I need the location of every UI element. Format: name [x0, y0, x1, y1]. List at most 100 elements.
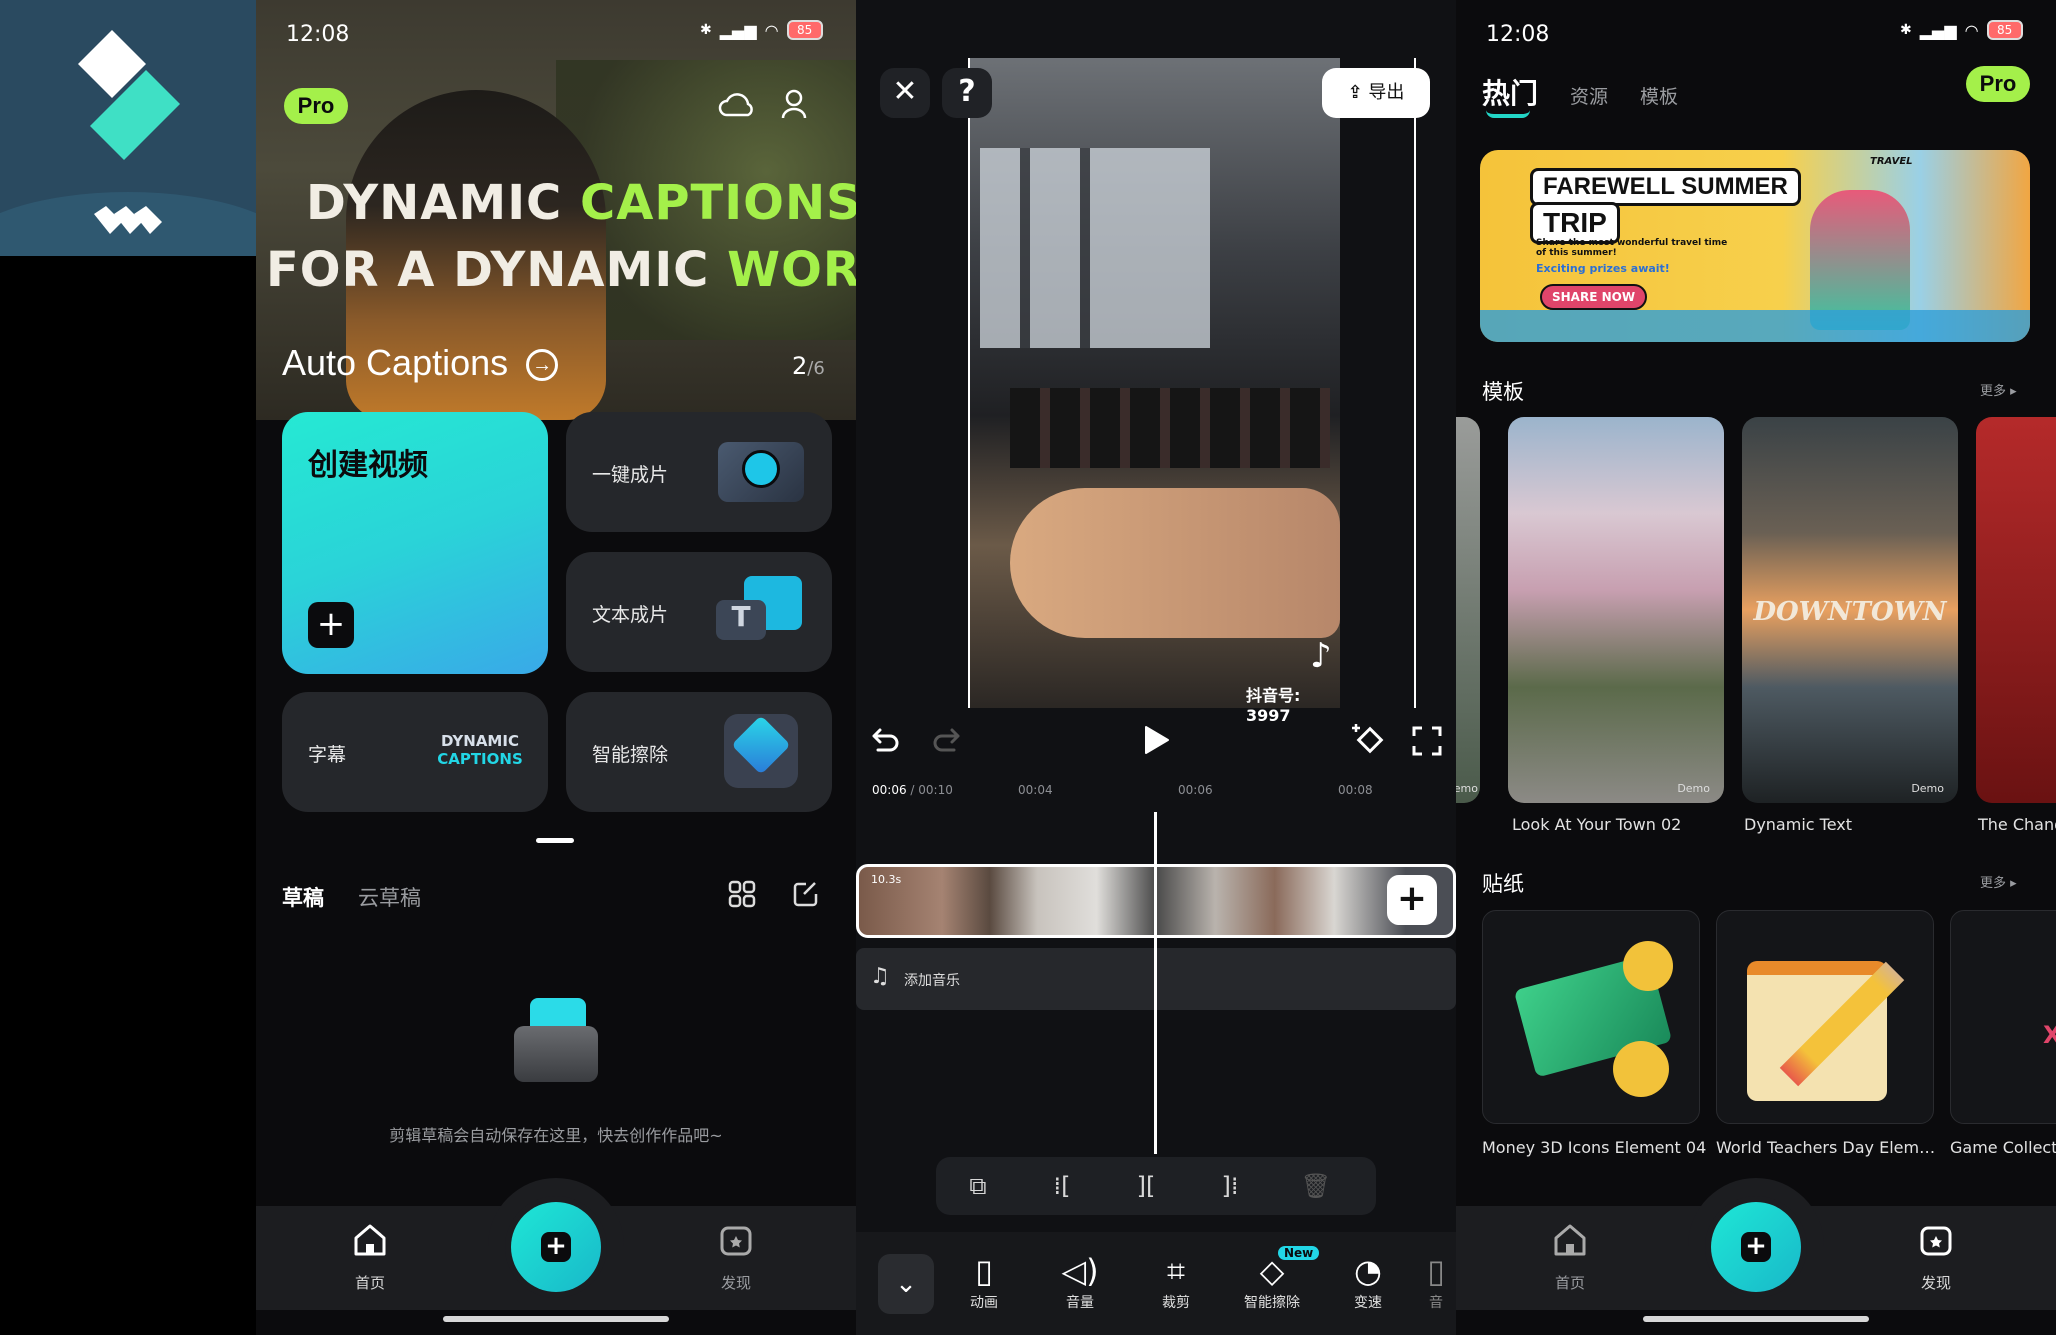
close-icon: ✕	[892, 74, 918, 109]
tab-hot[interactable]: 热门	[1482, 72, 1538, 112]
discover-icon[interactable]	[718, 1222, 754, 1258]
sticker-card[interactable]	[1716, 910, 1934, 1124]
crop-icon: ⌗	[1166, 1252, 1186, 1290]
keyframe-icon[interactable]	[1350, 722, 1384, 756]
add-clip-button[interactable]: +	[1387, 875, 1437, 925]
template-card-partial[interactable]: Demo	[1456, 417, 1480, 803]
editor-screen: ♪ 抖音号: 3997 ✕ ? ⇪ 导出 00:06 / 00:10 00:04…	[856, 0, 1456, 1335]
upload-icon: ⇪	[1347, 82, 1363, 103]
home-indicator	[1643, 1316, 1869, 1322]
delete-icon[interactable]: 🗑	[1296, 1172, 1336, 1200]
music-note-icon: ♫	[870, 964, 890, 989]
duplicate-icon[interactable]: ⧉	[958, 1172, 998, 1200]
nav-home-label[interactable]: 首页	[330, 1272, 410, 1293]
bluetooth-icon: ✱	[700, 22, 712, 38]
split-icon[interactable]: ][	[1126, 1172, 1166, 1200]
current-time: 00:06 / 00:10	[872, 783, 953, 797]
subtitles-card[interactable]: 字幕 DYNAMIC CAPTIONS	[282, 692, 548, 812]
video-preview[interactable]: ♪ 抖音号: 3997	[970, 58, 1340, 725]
nav-home-label[interactable]: 首页	[1530, 1272, 1610, 1293]
tool-animation[interactable]: ▯ 动画	[944, 1250, 1024, 1312]
grid-view-icon[interactable]	[728, 880, 756, 908]
new-badge: New	[1278, 1246, 1320, 1260]
banner-desc: Share the most wonderful travel time of …	[1536, 238, 1728, 258]
pro-badge[interactable]: Pro	[284, 88, 348, 124]
empty-drafts-text: 剪辑草稿会自动保存在这里，快去创作作品吧~	[389, 1126, 723, 1145]
tab-templates[interactable]: 模板	[1640, 82, 1678, 109]
template-title: Dynamic Text	[1744, 815, 1853, 834]
banner-title: FAREWELL SUMMER	[1530, 168, 1801, 206]
banner-travel-tag: TRAVEL	[1870, 156, 1913, 167]
clip-tool-row: ⧉ ⁞[ ][ ]⁞ 🗑	[936, 1157, 1376, 1215]
plus-icon: +	[1741, 1232, 1771, 1262]
undo-icon[interactable]	[870, 724, 902, 756]
smart-erase-card[interactable]: 智能擦除	[566, 692, 832, 812]
tool-crop[interactable]: ⌗ 裁剪	[1136, 1250, 1216, 1312]
nav-discover-label[interactable]: 发现	[1896, 1272, 1976, 1293]
help-button[interactable]: ?	[942, 68, 992, 118]
animation-icon: ▯	[975, 1252, 993, 1290]
nav-discover-label[interactable]: 发现	[696, 1272, 776, 1293]
tool-partial[interactable]: ▯ 音	[1416, 1250, 1456, 1312]
collapse-button[interactable]: ⌄	[878, 1254, 934, 1314]
hero-banner[interactable]: DYNAMIC CAPTIONS FOR A DYNAMIC WORLD Aut…	[256, 0, 856, 420]
trim-right-icon[interactable]: ]⁞	[1210, 1172, 1250, 1200]
one-click-card[interactable]: 一键成片	[566, 412, 832, 532]
templates-more-link[interactable]: 更多 ▸	[1980, 380, 2017, 399]
cloud-icon[interactable]	[718, 90, 756, 118]
pro-badge[interactable]: Pro	[1966, 66, 2030, 102]
home-icon[interactable]	[352, 1222, 388, 1258]
tab-cloud-drafts[interactable]: 云草稿	[358, 882, 421, 912]
sticker-card[interactable]	[1482, 910, 1700, 1124]
signal-icon: ▂▄▆	[719, 20, 757, 40]
trim-left-icon[interactable]: ⁞[	[1042, 1172, 1082, 1200]
clip-duration: 10.3s	[871, 873, 902, 886]
signal-icon: ▂▄▆	[1919, 20, 1957, 40]
close-button[interactable]: ✕	[880, 68, 930, 118]
wondershare-logo-icon	[94, 206, 162, 234]
eraser-icon	[724, 714, 798, 788]
discover-screen: 12:08 ✱ ▂▄▆ ◠ 85 热门 资源 模板 Pro FAREWELL S…	[1456, 0, 2056, 1335]
tool-speed[interactable]: ◔ 变速	[1328, 1250, 1408, 1312]
promo-banner[interactable]: FAREWELL SUMMER TRIP Share the most wond…	[1480, 150, 2030, 342]
template-card[interactable]	[1976, 417, 2056, 803]
share-now-button[interactable]: SHARE NOW	[1540, 284, 1648, 310]
create-fab-button[interactable]: +	[1711, 1202, 1801, 1292]
tool-smart-erase[interactable]: ◇ 智能擦除 New	[1232, 1246, 1320, 1312]
create-video-label: 创建视频	[308, 448, 428, 483]
profile-icon[interactable]	[780, 88, 808, 120]
help-icon: ?	[958, 74, 976, 109]
create-fab-button[interactable]: +	[511, 1202, 601, 1292]
tab-hot-indicator	[1486, 110, 1530, 118]
home-icon[interactable]	[1552, 1222, 1588, 1258]
banner-illustration	[1810, 190, 1910, 330]
status-time: 12:08	[1486, 22, 1550, 47]
stickers-more-link[interactable]: 更多 ▸	[1980, 872, 2017, 891]
tab-resources[interactable]: 资源	[1570, 82, 1608, 109]
stickers-section-title: 贴纸	[1482, 872, 1524, 896]
template-overlay-text: DOWNTOWN	[1753, 597, 1947, 627]
playhead[interactable]	[1154, 812, 1157, 1154]
template-card[interactable]: DOWNTOWN Demo	[1742, 417, 1958, 803]
sticker-title: Money 3D Icons Element 04	[1482, 1138, 1707, 1157]
export-button[interactable]: ⇪ 导出	[1322, 68, 1430, 118]
play-icon[interactable]	[1142, 724, 1170, 756]
edit-icon[interactable]	[792, 880, 820, 908]
tab-drafts[interactable]: 草稿	[282, 882, 324, 912]
templates-section-title: 模板	[1482, 380, 1524, 404]
discover-icon[interactable]	[1918, 1222, 1954, 1258]
bluetooth-icon: ✱	[1900, 22, 1912, 38]
hero-line-1: DYNAMIC CAPTIONS	[306, 175, 856, 231]
hero-pager: 2/6	[792, 352, 825, 380]
smart-erase-label: 智能擦除	[592, 744, 669, 766]
redo-icon[interactable]	[930, 724, 962, 756]
wifi-icon: ◠	[1964, 20, 1979, 40]
hero-subtitle[interactable]: Auto Captions →	[282, 342, 559, 384]
text-to-video-card[interactable]: 文本成片 T	[566, 552, 832, 672]
create-video-card[interactable]: 创建视频 +	[282, 412, 548, 674]
fullscreen-icon[interactable]	[1412, 726, 1442, 756]
tool-volume[interactable]: ◁) 音量	[1040, 1250, 1120, 1312]
template-card[interactable]: Demo	[1508, 417, 1724, 803]
banner-desc-2: Exciting prizes await!	[1536, 262, 1670, 275]
sticker-card[interactable]: X	[1950, 910, 2056, 1124]
